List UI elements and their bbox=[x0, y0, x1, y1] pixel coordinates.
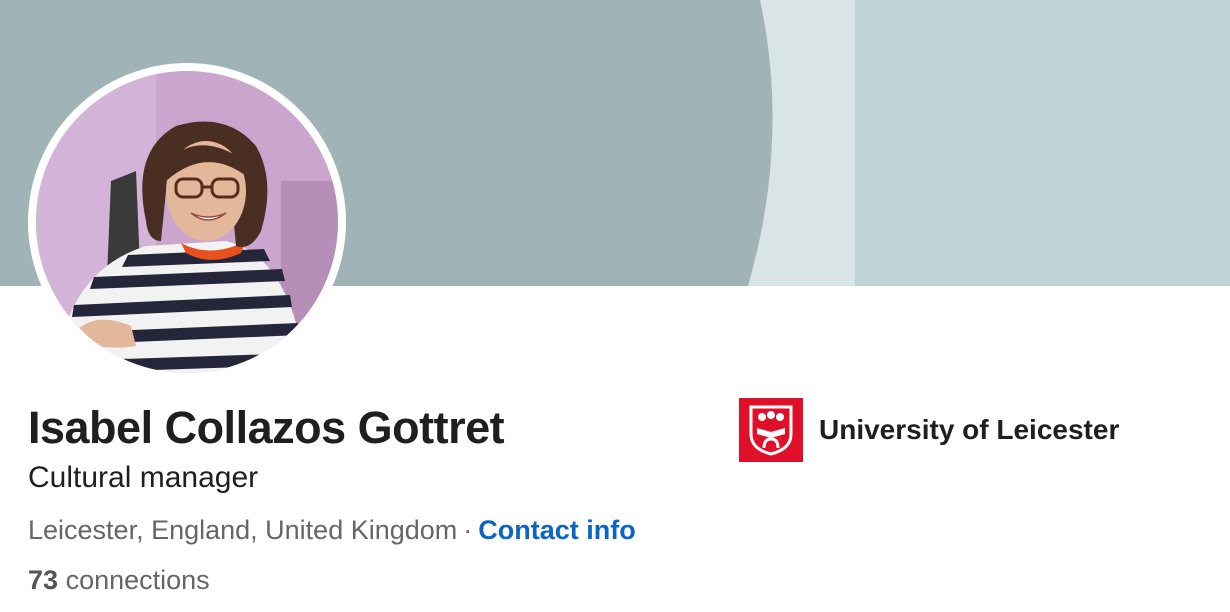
profile-name: Isabel Collazos Gottret bbox=[28, 402, 505, 453]
connections-count: 73 bbox=[28, 565, 59, 595]
education-entry[interactable]: University of Leicester bbox=[739, 398, 1119, 462]
connections-link[interactable]: 73 connections bbox=[28, 565, 210, 596]
location-row: Leicester, England, United Kingdom · Conta… bbox=[28, 515, 636, 546]
connections-label: connections bbox=[65, 565, 210, 595]
contact-info-link[interactable]: Contact info bbox=[478, 515, 635, 545]
university-crest-icon bbox=[739, 398, 803, 462]
education-school-name: University of Leicester bbox=[819, 414, 1120, 445]
profile-avatar[interactable] bbox=[28, 63, 346, 381]
profile-location: Leicester, England, United Kingdom bbox=[28, 515, 458, 545]
separator-dot: · bbox=[463, 515, 473, 545]
profile-headline: Cultural manager bbox=[28, 461, 259, 494]
profile-photo bbox=[36, 71, 338, 373]
